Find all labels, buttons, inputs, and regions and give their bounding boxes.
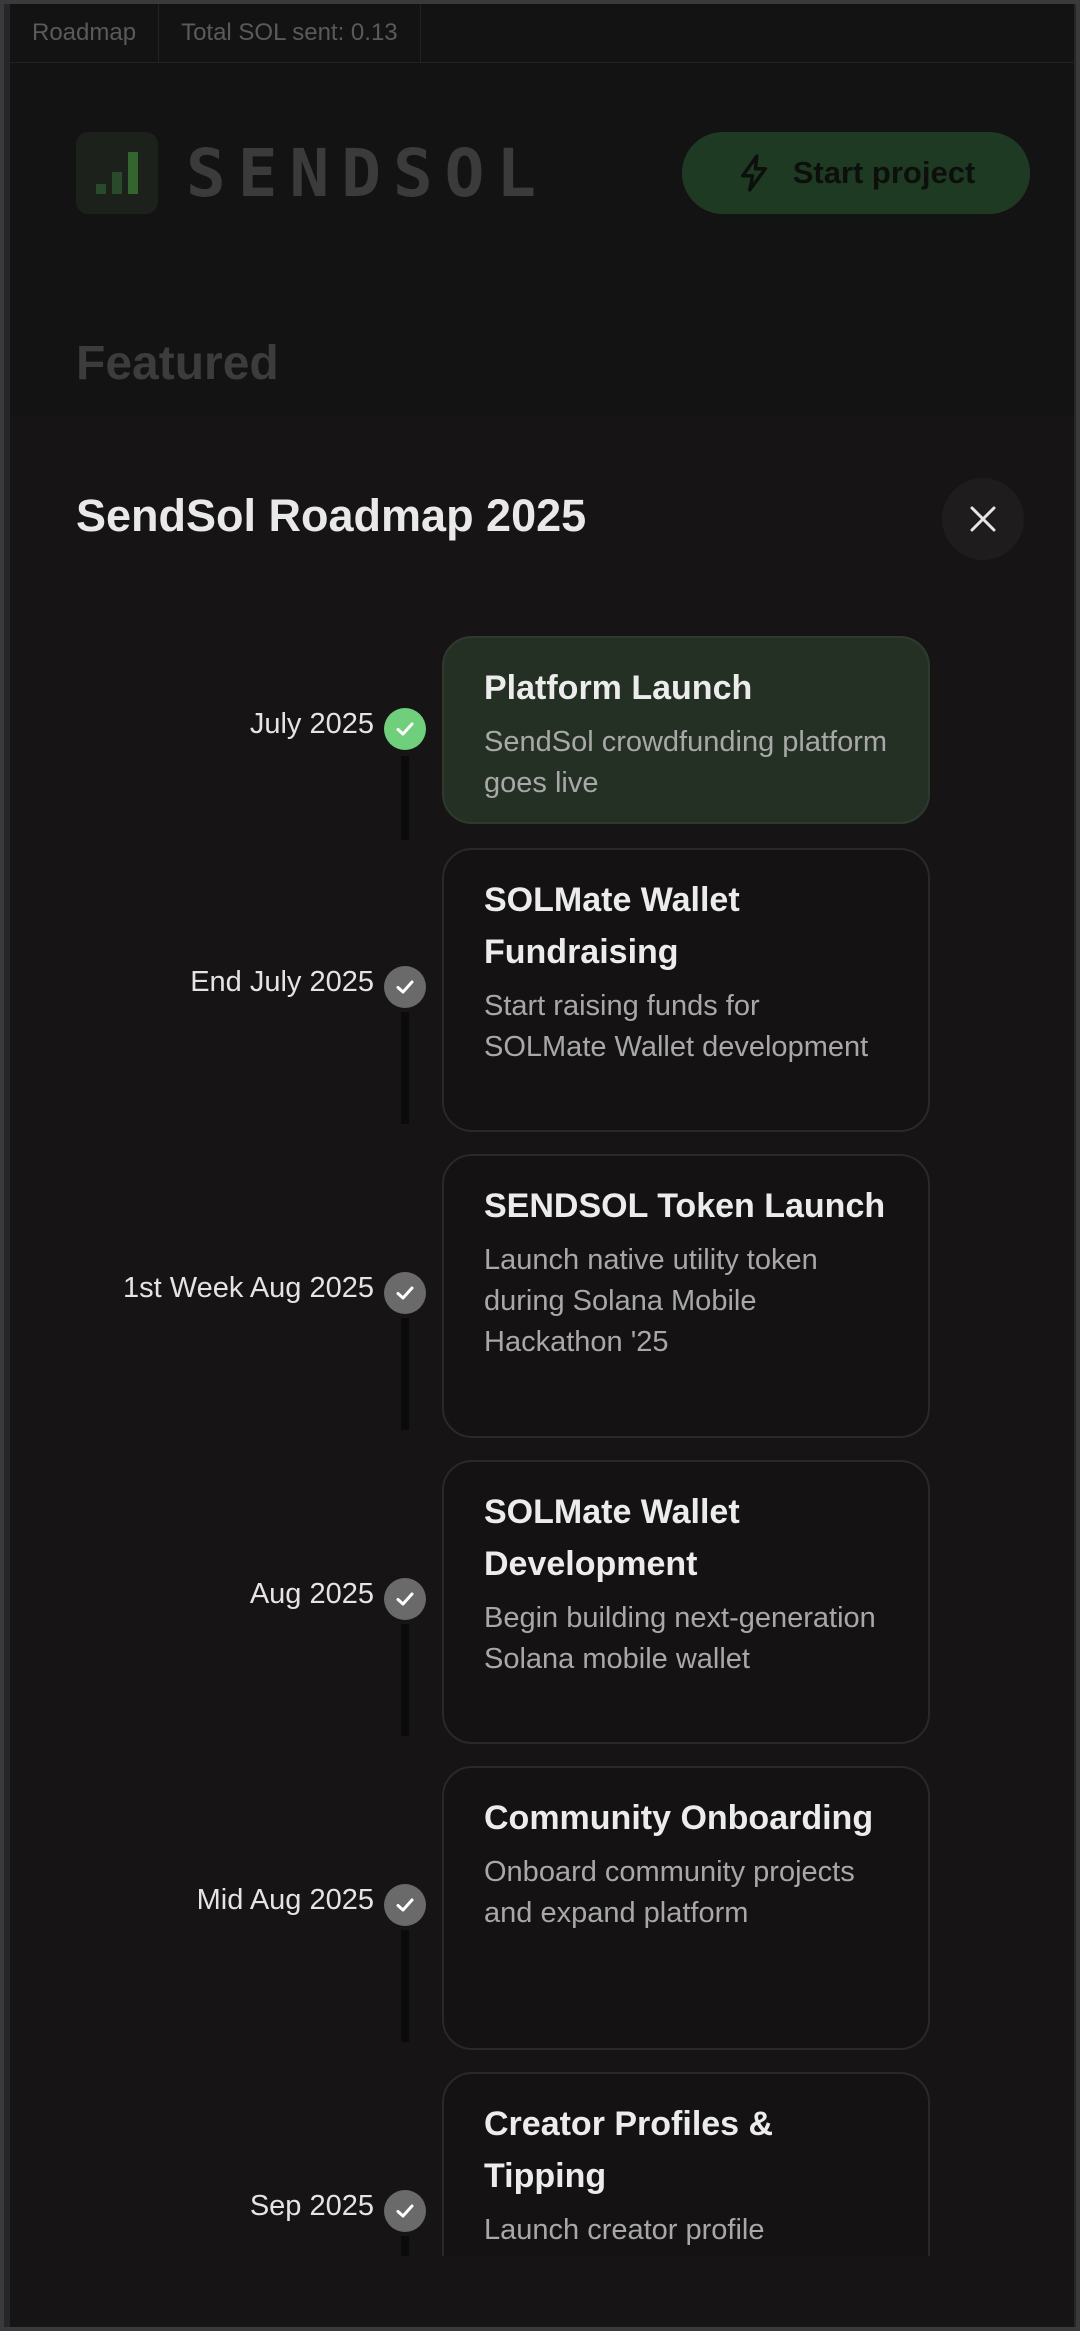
milestone-title: SOLMate Wallet Development xyxy=(484,1493,740,1583)
milestone-title: Community Onboarding xyxy=(484,1799,874,1837)
milestone-description: Onboard community projects and expand pl… xyxy=(484,1856,855,1929)
lightning-icon xyxy=(740,154,767,192)
check-icon xyxy=(384,1578,426,1620)
sol-sent-counter: Total SOL sent: 0.13 xyxy=(159,4,421,62)
milestone-title: Platform Launch xyxy=(484,669,753,707)
milestone-card: Creator Profiles & Tipping Launch creato… xyxy=(442,2072,930,2256)
milestone-date: Mid Aug 2025 xyxy=(196,1884,374,1916)
modal-title: SendSol Roadmap 2025 xyxy=(76,490,587,541)
app-frame: Roadmap Total SOL sent: 0.13 SENDSOL Sta… xyxy=(0,0,1080,2331)
featured-heading: Featured xyxy=(76,337,279,390)
timeline-connector xyxy=(401,1012,409,1124)
top-bar: Roadmap Total SOL sent: 0.13 xyxy=(10,4,1074,63)
milestone-description: SendSol crowdfunding platform goes live xyxy=(484,726,888,799)
start-project-button[interactable]: Start project xyxy=(682,132,1030,214)
check-icon xyxy=(384,2190,426,2232)
timeline-connector xyxy=(401,1930,409,2042)
logo[interactable]: SENDSOL xyxy=(76,132,548,214)
logo-wordmark: SENDSOL xyxy=(186,134,549,212)
check-icon xyxy=(384,708,426,750)
roadmap-modal: SendSol Roadmap 2025 July 2025 Platform … xyxy=(10,416,1074,2327)
timeline-connector xyxy=(401,1318,409,1430)
check-icon xyxy=(384,1884,426,1926)
timeline-connector xyxy=(401,1624,409,1736)
tab-roadmap[interactable]: Roadmap xyxy=(10,4,160,62)
milestone-date: Aug 2025 xyxy=(249,1578,374,1610)
background-page: Roadmap Total SOL sent: 0.13 SENDSOL Sta… xyxy=(10,4,1074,424)
timeline-connector xyxy=(401,2236,409,2256)
milestone-card: SOLMate Wallet Development Begin buildin… xyxy=(442,1460,930,1744)
roadmap-timeline: July 2025 Platform Launch SendSol crowdf… xyxy=(10,636,1074,2256)
milestone-card: SENDSOL Token Launch Launch native utili… xyxy=(442,1154,930,1438)
milestone-date: Sep 2025 xyxy=(249,2190,374,2222)
milestone-card: Platform Launch SendSol crowdfunding pla… xyxy=(442,636,930,824)
milestone-description: Launch creator profile xyxy=(484,2214,765,2246)
milestone-title: SOLMate Wallet Fundraising xyxy=(484,881,740,971)
milestone-card: Community Onboarding Onboard community p… xyxy=(442,1766,930,2050)
check-icon xyxy=(384,1272,426,1314)
timeline-connector xyxy=(401,756,409,840)
milestone-description: Launch native utility token during Solan… xyxy=(484,1244,818,1358)
milestone-date: July 2025 xyxy=(249,708,374,740)
milestone-date: 1st Week Aug 2025 xyxy=(123,1272,374,1304)
start-project-label: Start project xyxy=(792,155,976,190)
logo-icon xyxy=(76,132,158,214)
milestone-description: Start raising funds for SOLMate Wallet d… xyxy=(484,990,869,1063)
close-icon xyxy=(970,506,996,532)
milestone-description: Begin building next-generation Solana mo… xyxy=(484,1602,876,1675)
milestone-title: SENDSOL Token Launch xyxy=(484,1187,886,1225)
close-button[interactable] xyxy=(942,478,1024,560)
milestone-card: SOLMate Wallet Fundraising Start raising… xyxy=(442,848,930,1132)
milestone-date: End July 2025 xyxy=(190,966,374,998)
check-icon xyxy=(384,966,426,1008)
milestone-title: Creator Profiles & Tipping xyxy=(484,2105,774,2195)
